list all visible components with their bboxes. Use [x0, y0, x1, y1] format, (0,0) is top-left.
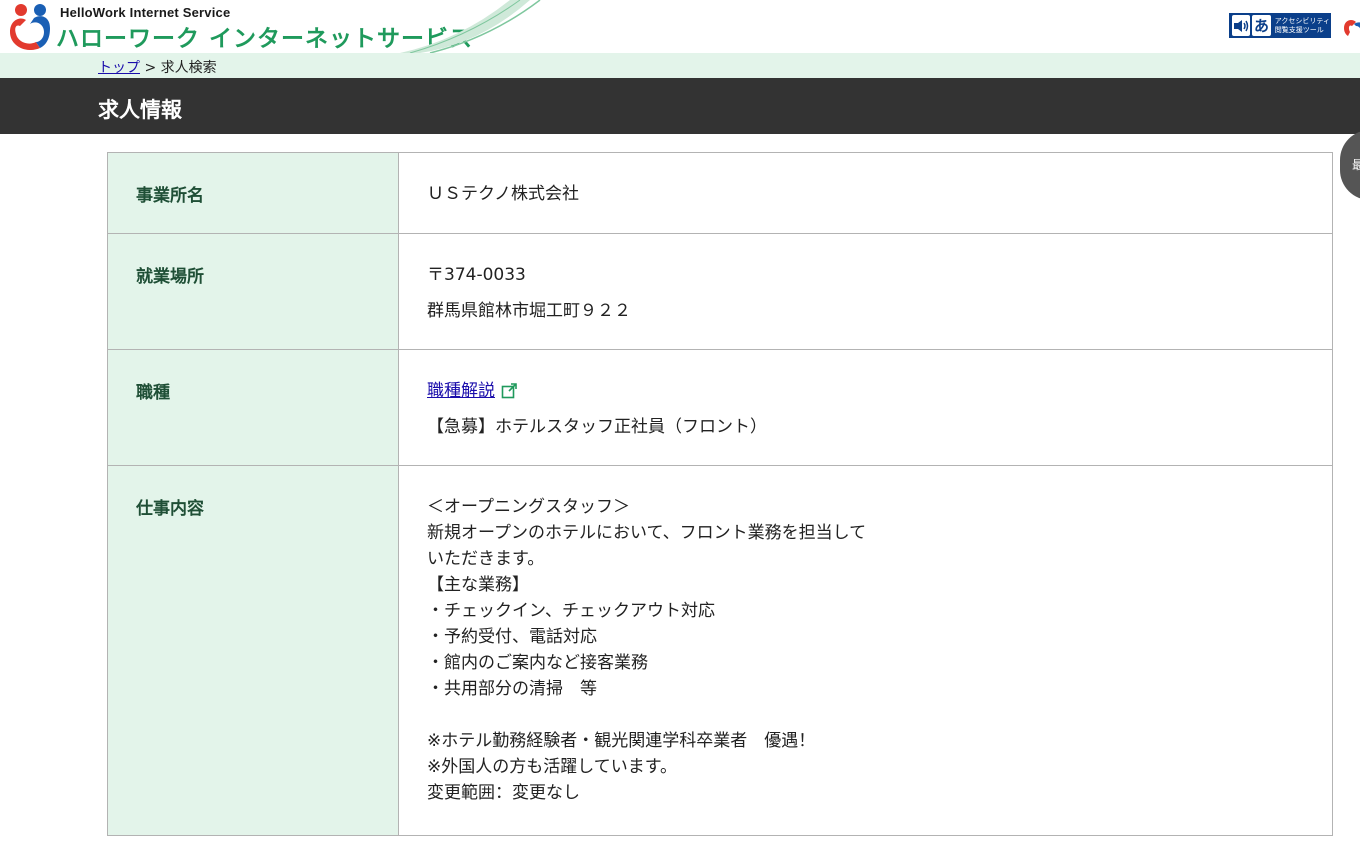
job-description-label: 仕事内容: [107, 465, 399, 836]
postal-code: 〒374-0033: [427, 265, 526, 285]
occupation-cell: 職種解説 【急募】ホテルスタッフ正社員（フロント）: [398, 349, 1333, 466]
occupation-label: 職種: [107, 349, 399, 466]
job-description-value: ＜オープニングスタッフ＞ 新規オープンのホテルにおいて、フロント業務を担当して …: [398, 465, 1333, 836]
breadcrumb-current: 求人検索: [160, 60, 217, 76]
occupation-value: 【急募】ホテルスタッフ正社員（フロント）: [427, 417, 767, 437]
table-row: 事業所名 ＵＳテクノ株式会社: [107, 152, 1333, 234]
job-detail-table: 事業所名 ＵＳテクノ株式会社 就業場所 〒374-0033 群馬県館林市堀工町９…: [107, 152, 1333, 836]
partner-logo-icon[interactable]: [1340, 12, 1360, 42]
table-row: 仕事内容 ＜オープニングスタッフ＞ 新規オープンのホテルにおいて、フロント業務を…: [107, 465, 1333, 836]
site-header: HelloWork Internet Service ハローワーク インターネッ…: [0, 0, 1360, 53]
side-tab-label: 最: [1352, 158, 1360, 172]
hellowork-logo-icon[interactable]: [4, 2, 56, 50]
work-location-cell: 〒374-0033 群馬県館林市堀工町９２２: [398, 233, 1333, 350]
table-row: 職種 職種解説 【急募】ホテルスタッフ正社員（フロント）: [107, 349, 1333, 466]
office-name-value: ＵＳテクノ株式会社: [398, 152, 1333, 234]
side-tab-button[interactable]: 最: [1340, 130, 1360, 200]
accessibility-tool-label: アクセシビリティ 閲覧支援ツール: [1274, 16, 1330, 34]
logo-subtitle: HelloWork Internet Service: [60, 5, 231, 20]
breadcrumb: トップ > 求人検索: [98, 57, 217, 77]
breadcrumb-home-link[interactable]: トップ: [98, 60, 140, 76]
occupation-guide-link[interactable]: 職種解説: [427, 378, 517, 404]
hiragana-a-icon: あ: [1252, 15, 1271, 36]
accessibility-tool-button[interactable]: あ アクセシビリティ 閲覧支援ツール: [1229, 13, 1331, 38]
work-address: 群馬県館林市堀工町９２２: [427, 301, 631, 321]
title-bar: 求人情報: [0, 78, 1360, 134]
table-row: 就業場所 〒374-0033 群馬県館林市堀工町９２２: [107, 233, 1333, 350]
external-link-icon: [501, 383, 517, 399]
page-title: 求人情報: [98, 98, 182, 122]
header-swoosh-decoration: [400, 0, 541, 53]
breadcrumb-bar: トップ > 求人検索: [0, 53, 1360, 78]
breadcrumb-separator: >: [140, 60, 161, 76]
work-location-label: 就業場所: [107, 233, 399, 350]
office-name-label: 事業所名: [107, 152, 399, 234]
speaker-icon: [1232, 15, 1251, 36]
